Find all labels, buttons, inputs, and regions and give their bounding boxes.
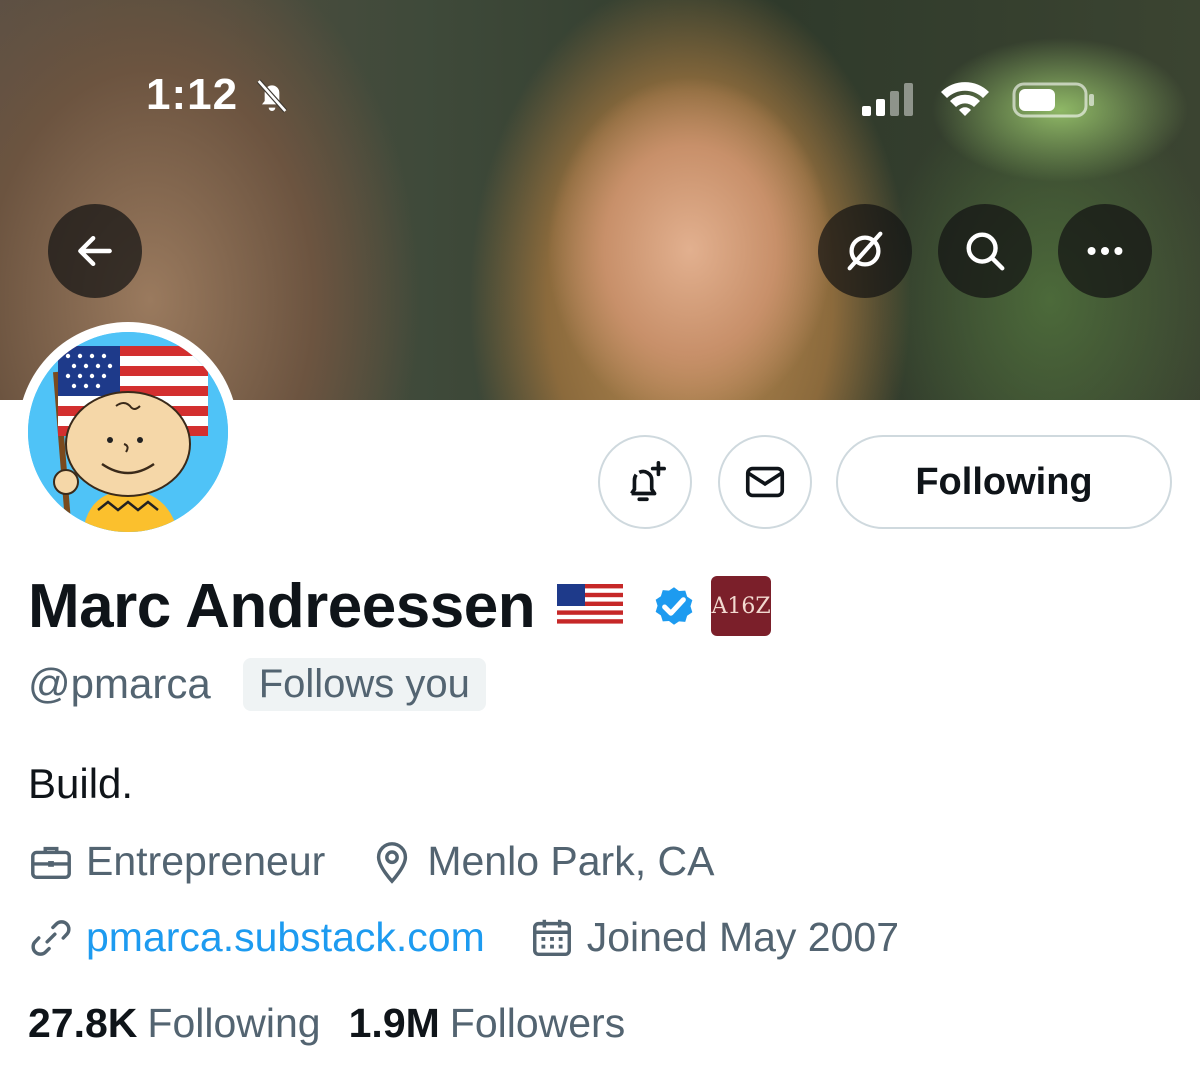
briefcase-icon [31,846,71,879]
handle-row: @pmarca Follows you [28,657,486,711]
joined-item: Joined May 2007 [529,914,899,961]
back-button[interactable] [48,204,142,298]
search-icon [966,232,1005,271]
user-handle: @pmarca [28,660,211,707]
category-item: Entrepreneur [28,838,325,885]
profile-meta-row-2: pmarca.substack.com Joined May 2007 [28,914,899,961]
category-text: Entrepreneur [86,838,326,884]
us-flag-emoji [557,584,624,628]
display-name: Marc Andreessen [28,571,536,641]
battery-icon [1012,82,1094,118]
avatar-image [28,332,228,532]
search-button[interactable] [938,204,1032,298]
followers-stat[interactable]: 1.9M Followers [349,1000,626,1047]
bell-slash-icon [256,79,288,113]
grok-button[interactable] [818,204,912,298]
status-bar: 1:12 [0,0,1200,119]
location-pin-icon [377,841,408,884]
envelope-icon [745,466,785,498]
joined-text: Joined May 2007 [586,914,900,960]
link-icon [31,919,71,956]
more-button[interactable] [1058,204,1152,298]
affiliate-badge[interactable]: A16Z [711,576,772,636]
following-stat[interactable]: 27.8K Following [28,1000,321,1047]
website-item[interactable]: pmarca.substack.com [28,914,485,961]
profile-meta-row: Entrepreneur Menlo Park, CA [28,838,714,885]
bio-text: Build. [28,760,134,807]
verified-checkmark-icon [655,587,693,625]
more-dots-icon [1087,246,1123,256]
status-time: 1:12 [146,70,239,119]
followers-label: Followers [449,1000,626,1046]
cellular-signal-icon [862,83,913,116]
followers-count: 1.9M [348,1000,440,1046]
location-text: Menlo Park, CA [427,838,715,884]
message-button[interactable] [718,435,812,529]
bell-plus-icon [630,461,666,502]
notify-button[interactable] [598,435,692,529]
grok-icon [847,231,883,271]
following-label: Following [147,1000,321,1046]
following-button[interactable]: Following [836,435,1172,529]
location-item: Menlo Park, CA [369,838,714,885]
follow-stats: 27.8K Following 1.9M Followers [28,1000,625,1047]
calendar-icon [532,919,571,956]
website-link[interactable]: pmarca.substack.com [86,914,485,961]
profile-avatar[interactable] [18,322,238,542]
wifi-icon [941,82,989,116]
following-count: 27.8K [28,1000,138,1046]
back-arrow-icon [78,235,112,267]
name-row: Marc Andreessen A16Z [28,568,772,644]
follows-you-badge: Follows you [242,657,486,711]
